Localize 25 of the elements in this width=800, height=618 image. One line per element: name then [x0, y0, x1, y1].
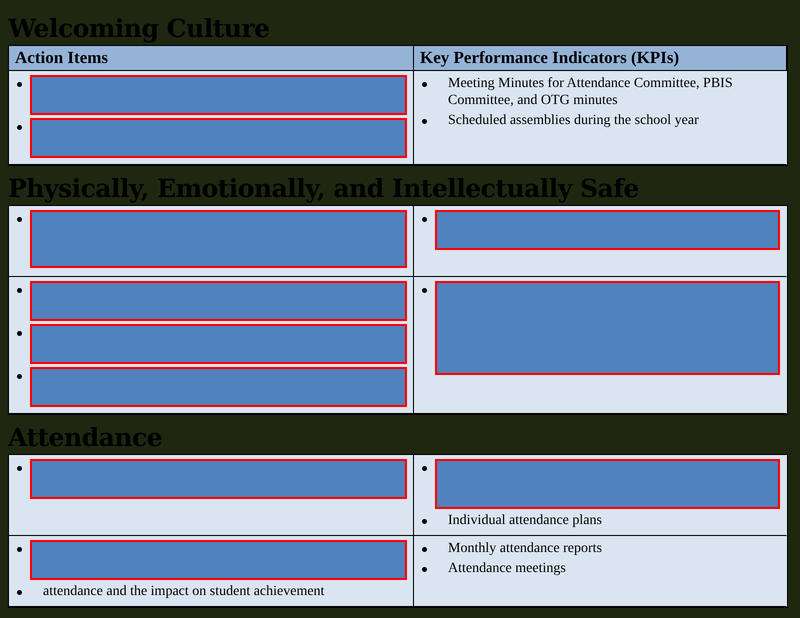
list-text: Individual attendance plans: [447, 512, 602, 529]
bullet-icon: [17, 590, 22, 595]
list-text: attendance and the impact on student achievement: [42, 583, 324, 600]
list-text: Meeting Minutes for Attendance Committee, PBIS Committee, and OTG minutes: [447, 75, 734, 109]
bullet-icon: [422, 466, 427, 471]
list-text: Attendance meetings: [447, 560, 566, 577]
list-text: Scheduled assemblies during the school year: [447, 112, 699, 129]
bullet-icon: [422, 217, 427, 222]
bullet-icon: [422, 519, 427, 524]
bullet-icon: [17, 374, 22, 379]
bullet-icon: [422, 567, 427, 572]
bullet-icon: [17, 331, 22, 336]
bullet-icon: [422, 288, 427, 293]
bullet-icon: [17, 288, 22, 293]
bullet-icon: [422, 119, 427, 124]
column-header: Key Performance Indicators (KPIs): [414, 46, 787, 71]
bullet-icon: [17, 547, 22, 552]
bullet-icon: [17, 82, 22, 87]
column-header: Action Items: [9, 46, 414, 71]
list-text: Monthly attendance reports: [447, 540, 602, 557]
bullet-icon: [422, 547, 427, 552]
bullet-icon: [422, 82, 427, 87]
bullet-icon: [17, 125, 22, 130]
bullet-icon: [17, 466, 22, 471]
bullet-icon: [17, 217, 22, 222]
